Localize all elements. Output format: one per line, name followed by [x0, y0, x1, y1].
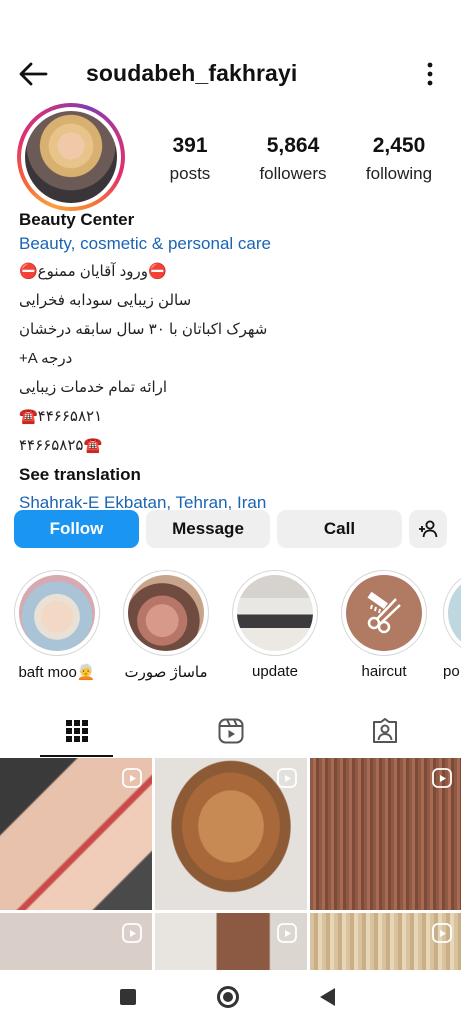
grid-icon — [65, 720, 88, 742]
following-label: following — [365, 164, 433, 183]
system-nav-bar — [0, 970, 461, 1024]
post-thumbnail[interactable] — [310, 758, 461, 910]
bio-phone-line[interactable]: ☎️۴۴۶۶۵۸۲۱ — [19, 402, 449, 431]
active-tab-indicator — [40, 755, 113, 757]
highlight-label: po — [443, 663, 460, 680]
reels-icon — [218, 718, 243, 744]
reels-icon — [277, 923, 297, 943]
profile-name: Beauty Center — [19, 210, 135, 229]
avatar-border — [21, 107, 121, 207]
add-person-icon — [419, 520, 438, 538]
profile-actions: Follow Message Call — [14, 510, 454, 548]
highlight-label: haircut — [361, 663, 407, 680]
highlight-item[interactable]: baft moo🧑‍🦳 — [12, 570, 102, 681]
highlight-ring — [14, 570, 100, 656]
bio-line: شهرک اکباتان با ۳۰ سال سابقه درخشان — [19, 321, 268, 338]
call-button[interactable]: Call — [277, 510, 402, 548]
followers-stat[interactable]: 5,864 followers — [248, 134, 338, 184]
scissors-comb-icon — [367, 591, 401, 634]
posts-label: posts — [169, 164, 211, 183]
home-icon[interactable] — [217, 986, 239, 1008]
post-thumbnail[interactable] — [0, 913, 152, 970]
bio-line: ⛔ورود آقایان ممنوع⛔ — [19, 263, 167, 280]
profile-username: soudabeh_fakhrayi — [86, 60, 298, 86]
vertical-dots-icon[interactable] — [427, 62, 433, 86]
highlight-item[interactable]: po — [441, 570, 461, 680]
avatar[interactable] — [17, 103, 125, 211]
back-triangle-icon[interactable] — [320, 988, 335, 1006]
highlight-image — [448, 575, 461, 651]
highlight-item[interactable]: ماساژ صورت — [121, 570, 211, 681]
highlight-ring — [232, 570, 318, 656]
following-count: 2,450 — [372, 134, 426, 157]
post-thumbnail[interactable] — [155, 913, 307, 970]
profile-bio: Beauty Center Beauty, cosmetic & persona… — [19, 209, 449, 516]
highlight-ring — [123, 570, 209, 656]
avatar-photo — [25, 111, 117, 203]
bio-line: ارائه تمام خدمات زیبایی — [19, 379, 168, 396]
reels-icon — [122, 923, 142, 943]
profile-header: soudabeh_fakhrayi — [0, 52, 461, 96]
profile-category[interactable]: Beauty, cosmetic & personal care — [19, 231, 449, 257]
reels-icon — [432, 768, 452, 788]
see-translation-link[interactable]: See translation — [19, 460, 449, 490]
highlight-ring — [341, 570, 427, 656]
highlight-image — [237, 575, 313, 651]
highlight-ring — [443, 570, 461, 656]
arrow-left-icon[interactable] — [18, 61, 48, 87]
following-stat[interactable]: 2,450 following — [353, 134, 445, 184]
tab-posts-grid[interactable] — [0, 705, 153, 757]
posts-grid — [0, 758, 461, 970]
recents-icon[interactable] — [120, 989, 136, 1005]
reels-icon — [277, 768, 297, 788]
follow-button[interactable]: Follow — [14, 510, 139, 548]
tab-reels[interactable] — [154, 705, 307, 757]
reels-icon — [432, 923, 452, 943]
highlight-label: ماساژ صورت — [124, 664, 208, 681]
reels-icon — [122, 768, 142, 788]
profile-tabs — [0, 705, 461, 757]
post-thumbnail[interactable] — [155, 758, 307, 910]
highlight-item[interactable]: update — [230, 570, 320, 680]
message-button[interactable]: Message — [146, 510, 270, 548]
tab-tagged[interactable] — [308, 705, 461, 757]
tagged-person-icon — [372, 718, 397, 743]
bio-line: سالن زیبایی سودابه فخرایی — [19, 292, 192, 309]
highlight-label: update — [252, 663, 298, 680]
highlight-label: baft moo🧑‍🦳 — [18, 664, 96, 681]
highlight-image — [128, 575, 204, 651]
highlight-item[interactable]: haircut — [339, 570, 429, 680]
posts-stat[interactable]: 391 posts — [150, 134, 230, 184]
add-user-button[interactable] — [409, 510, 447, 548]
bio-line: +A درجه — [19, 350, 73, 367]
post-thumbnail[interactable] — [310, 913, 461, 970]
post-thumbnail[interactable] — [0, 758, 152, 910]
highlight-image — [19, 575, 95, 651]
bio-phone-line[interactable]: ۴۴۶۶۵۸۲۵☎️ — [19, 431, 449, 460]
followers-count: 5,864 — [266, 134, 320, 157]
story-highlights: baft moo🧑‍🦳 ماساژ صورت update haircut — [0, 570, 461, 690]
posts-count: 391 — [172, 134, 208, 157]
followers-label: followers — [259, 164, 327, 183]
highlight-image — [346, 575, 422, 651]
